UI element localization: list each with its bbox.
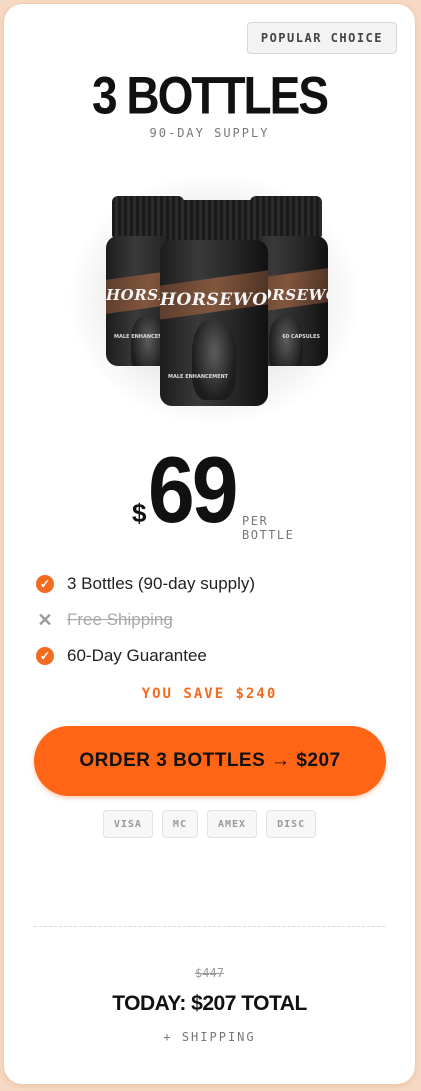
- bottle-body: HORSEWOOD MALE ENHANCEMENT: [160, 240, 268, 406]
- original-price: $447: [195, 966, 224, 980]
- check-icon: ✓: [36, 647, 54, 665]
- discover-badge: DISC: [266, 810, 317, 838]
- bottle-cap: [166, 200, 262, 242]
- supply-subtitle: 90-DAY SUPPLY: [149, 126, 270, 140]
- visa-badge: VISA: [102, 810, 153, 838]
- check-icon: ✓: [36, 575, 54, 593]
- bottle-label-small: MALE ENHANCEMENT: [168, 374, 229, 380]
- horse-icon: [192, 320, 236, 400]
- per-bottle-label: PER BOTTLE: [242, 514, 295, 542]
- savings-text: YOU SAVE $240: [141, 686, 278, 702]
- offer-card: POPULAR CHOICE 3 BOTTLES 90-DAY SUPPLY H…: [4, 4, 415, 1084]
- feature-item: ✓ 3 Bottles (90-day supply): [36, 566, 376, 602]
- amex-badge: AMEX: [206, 810, 258, 838]
- bottle-center: HORSEWOOD MALE ENHANCEMENT: [160, 200, 268, 406]
- bottle-brand: HORSEWOOD: [160, 290, 268, 310]
- feature-list: ✓ 3 Bottles (90-day supply) ✕ Free Shipp…: [36, 566, 376, 674]
- popular-choice-badge: POPULAR CHOICE: [246, 22, 397, 54]
- feature-label: 3 Bottles (90-day supply): [67, 574, 256, 593]
- feature-label: Free Shipping: [67, 610, 173, 629]
- order-button[interactable]: ORDER 3 BOTTLES → $207: [34, 726, 386, 796]
- feature-label: 60-Day Guarantee: [67, 646, 207, 665]
- currency-symbol: $: [132, 498, 147, 528]
- shipping-note: + SHIPPING: [163, 1030, 256, 1044]
- package-title: 3 BOTTLES: [91, 65, 329, 125]
- price-amount: 69: [148, 437, 238, 543]
- today-total: TODAY: $207 TOTAL: [112, 992, 307, 1015]
- feature-item: ✓ 60-Day Guarantee: [36, 638, 376, 674]
- x-icon: ✕: [37, 609, 53, 630]
- payment-methods: VISA MC AMEX DISC: [4, 810, 415, 838]
- divider: [34, 926, 385, 927]
- mastercard-badge: MC: [161, 810, 198, 838]
- product-image: HORSEWOOD MALE ENHANCEMENT HORSEWOOD 60 …: [64, 154, 364, 454]
- horse-icon: [269, 316, 303, 366]
- feature-item-excluded: ✕ Free Shipping: [36, 602, 376, 638]
